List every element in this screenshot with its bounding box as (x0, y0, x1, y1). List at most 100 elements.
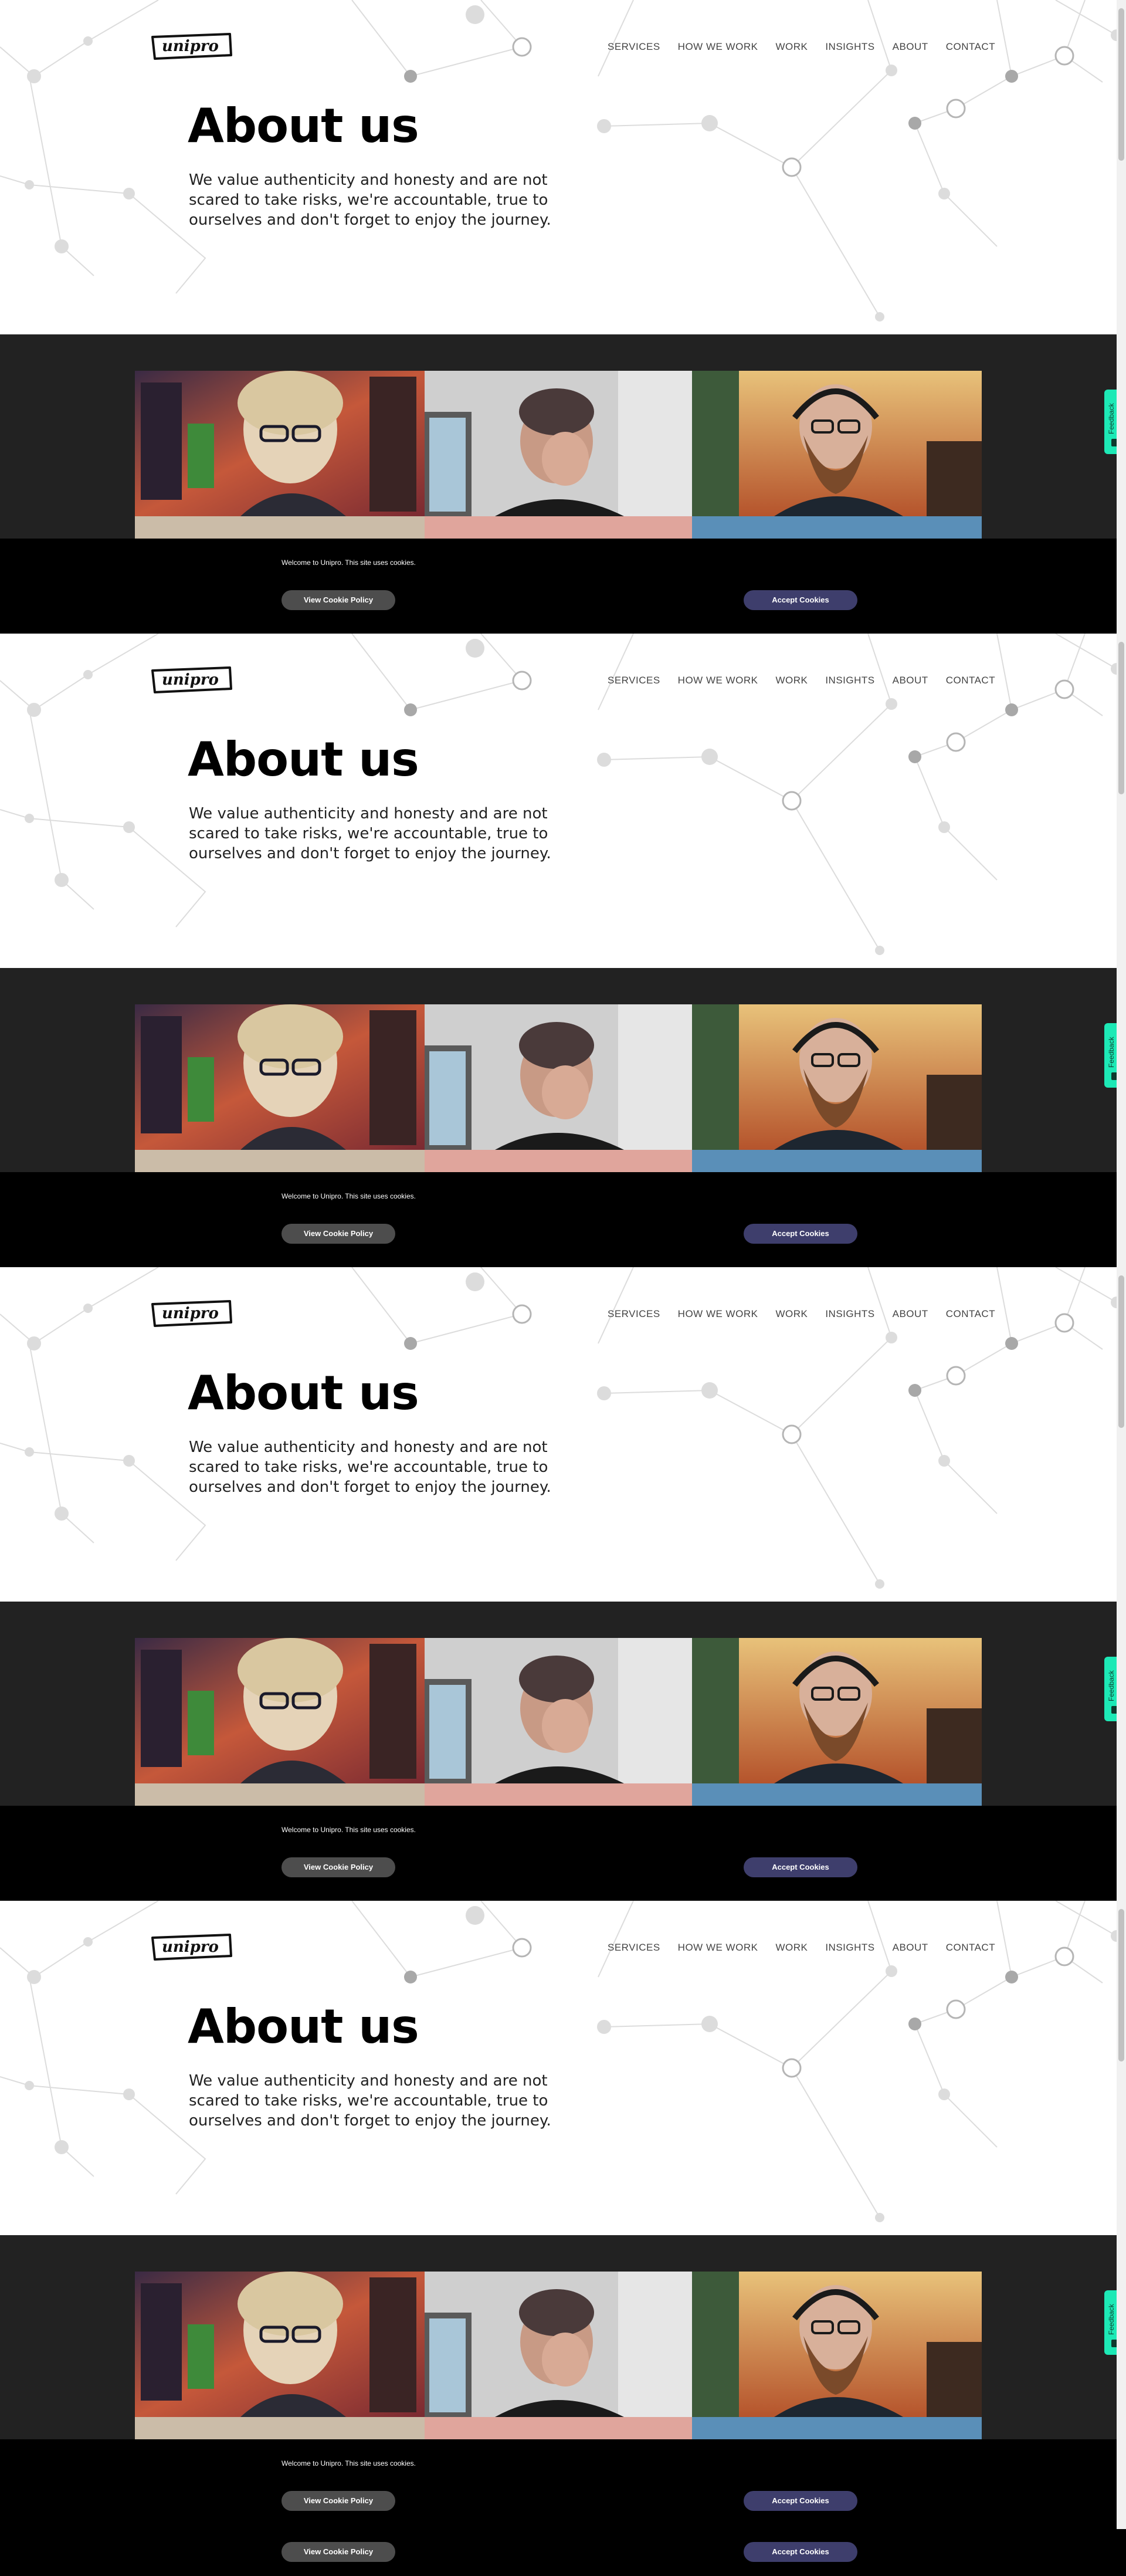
nav-link-services[interactable]: SERVICES (608, 1308, 660, 1320)
team-photo-bearded-man (692, 371, 982, 516)
team-photo-man-facepalm (425, 371, 692, 516)
cookie-banner-extra-row: View Cookie Policy Accept Cookies (0, 2529, 1126, 2576)
view-cookie-policy-button[interactable]: View Cookie Policy (282, 1857, 395, 1877)
intro-text: We value authenticity and honesty and ar… (189, 805, 551, 862)
accept-cookies-button[interactable]: Accept Cookies (744, 590, 857, 610)
team-photo-woman (135, 1638, 425, 1783)
nav-link-insights[interactable]: INSIGHTS (825, 1942, 874, 1954)
nav-link-services[interactable]: SERVICES (608, 1942, 660, 1954)
nav-link-work[interactable]: WORK (775, 675, 808, 686)
cookie-banner: Welcome to Unipro. This site uses cookie… (0, 1806, 1126, 1901)
cookie-banner: Welcome to Unipro. This site uses cookie… (0, 539, 1126, 634)
svg-text:unipro: unipro (162, 671, 219, 689)
intro-text: We value authenticity and honesty and ar… (189, 1438, 551, 1496)
team-photo-bearded-man (692, 1638, 982, 1783)
nav-link-about[interactable]: ABOUT (893, 1308, 928, 1320)
scrollbar-thumb[interactable] (1118, 1275, 1124, 1428)
page-scrollbar[interactable] (1117, 634, 1126, 1267)
scrollbar-thumb[interactable] (1118, 8, 1124, 161)
nav-link-contact[interactable]: CONTACT (946, 1308, 995, 1320)
accept-cookies-button[interactable]: Accept Cookies (744, 2542, 857, 2562)
nav-link-about[interactable]: ABOUT (893, 675, 928, 686)
team-call-collage (135, 2272, 982, 2448)
nav-link-how-we-work[interactable]: HOW WE WORK (678, 675, 758, 686)
view-cookie-policy-button[interactable]: View Cookie Policy (282, 1224, 395, 1244)
main-navigation: SERVICES HOW WE WORK WORK INSIGHTS ABOUT… (608, 41, 995, 53)
nav-link-work[interactable]: WORK (775, 1308, 808, 1320)
page-title: About us (188, 1366, 419, 1420)
team-call-collage (135, 1638, 982, 1814)
nav-link-insights[interactable]: INSIGHTS (825, 1308, 874, 1320)
nav-link-how-we-work[interactable]: HOW WE WORK (678, 41, 758, 53)
nav-link-work[interactable]: WORK (775, 1942, 808, 1954)
page-scrollbar[interactable] (1117, 0, 1126, 634)
page-screen: unipro SERVICES HOW WE WORK WORK INSIGHT… (0, 634, 1126, 1267)
scrollbar-thumb[interactable] (1118, 642, 1124, 794)
page-title: About us (188, 1999, 419, 2054)
view-cookie-policy-button[interactable]: View Cookie Policy (282, 2491, 395, 2511)
unipro-logo[interactable]: unipro (150, 1299, 233, 1328)
scrollbar-thumb[interactable] (1118, 1909, 1124, 2062)
nav-link-services[interactable]: SERVICES (608, 675, 660, 686)
unipro-logo-mark: unipro (151, 666, 232, 693)
unipro-logo[interactable]: unipro (150, 32, 233, 61)
nav-link-about[interactable]: ABOUT (893, 41, 928, 53)
feedback-label: Feedback (1107, 2304, 1115, 2335)
unipro-logo[interactable]: unipro (150, 1932, 233, 1962)
accept-cookies-button[interactable]: Accept Cookies (744, 1224, 857, 1244)
accept-cookies-button[interactable]: Accept Cookies (744, 1857, 857, 1877)
page-screen: unipro SERVICES HOW WE WORK WORK INSIGHT… (0, 1267, 1126, 1901)
unipro-logo-mark: unipro (151, 1934, 232, 1961)
cookie-banner: Welcome to Unipro. This site uses cookie… (0, 2439, 1126, 2534)
team-photo-bearded-man (692, 2272, 982, 2417)
feedback-label: Feedback (1107, 1670, 1115, 1701)
main-navigation: SERVICES HOW WE WORK WORK INSIGHTS ABOUT… (608, 1942, 995, 1954)
svg-text:unipro: unipro (162, 1305, 219, 1322)
team-call-collage (135, 371, 982, 547)
cookie-message: Welcome to Unipro. This site uses cookie… (282, 2459, 416, 2467)
cookie-banner: Welcome to Unipro. This site uses cookie… (0, 1172, 1126, 1267)
feedback-label: Feedback (1107, 1037, 1115, 1068)
nav-link-about[interactable]: ABOUT (893, 1942, 928, 1954)
page-title: About us (188, 732, 419, 787)
hero-section: unipro SERVICES HOW WE WORK WORK INSIGHT… (0, 0, 1117, 334)
view-cookie-policy-button[interactable]: View Cookie Policy (282, 2542, 395, 2562)
team-photo-man-facepalm (425, 2272, 692, 2417)
page-scrollbar[interactable] (1117, 1901, 1126, 2534)
team-photo-woman (135, 2272, 425, 2417)
view-cookie-policy-button[interactable]: View Cookie Policy (282, 590, 395, 610)
unipro-logo[interactable]: unipro (150, 665, 233, 695)
nav-link-how-we-work[interactable]: HOW WE WORK (678, 1308, 758, 1320)
nav-link-insights[interactable]: INSIGHTS (825, 41, 874, 53)
team-photo-man-facepalm (425, 1004, 692, 1150)
cookie-message: Welcome to Unipro. This site uses cookie… (282, 558, 416, 567)
cookie-message: Welcome to Unipro. This site uses cookie… (282, 1826, 416, 1834)
team-photo-man-facepalm (425, 1638, 692, 1783)
unipro-logo-mark: unipro (151, 33, 232, 60)
nav-link-contact[interactable]: CONTACT (946, 1942, 995, 1954)
nav-link-contact[interactable]: CONTACT (946, 675, 995, 686)
page-title: About us (188, 99, 419, 153)
page-screen: unipro SERVICES HOW WE WORK WORK INSIGHT… (0, 1901, 1126, 2534)
main-navigation: SERVICES HOW WE WORK WORK INSIGHTS ABOUT… (608, 1308, 995, 1320)
svg-text:unipro: unipro (162, 1938, 219, 1956)
team-call-collage (135, 1004, 982, 1180)
page-screen: unipro SERVICES HOW WE WORK WORK INSIGHT… (0, 0, 1126, 634)
team-photo-bearded-man (692, 1004, 982, 1150)
main-navigation: SERVICES HOW WE WORK WORK INSIGHTS ABOUT… (608, 675, 995, 686)
nav-link-work[interactable]: WORK (775, 41, 808, 53)
hero-section: unipro SERVICES HOW WE WORK WORK INSIGHT… (0, 1267, 1117, 1602)
feedback-label: Feedback (1107, 403, 1115, 434)
nav-link-how-we-work[interactable]: HOW WE WORK (678, 1942, 758, 1954)
hero-section: unipro SERVICES HOW WE WORK WORK INSIGHT… (0, 1901, 1117, 2235)
nav-link-insights[interactable]: INSIGHTS (825, 675, 874, 686)
team-photo-woman (135, 1004, 425, 1150)
unipro-logo-mark: unipro (151, 1300, 232, 1327)
nav-link-contact[interactable]: CONTACT (946, 41, 995, 53)
nav-link-services[interactable]: SERVICES (608, 41, 660, 53)
accept-cookies-button[interactable]: Accept Cookies (744, 2491, 857, 2511)
page-scrollbar[interactable] (1117, 1267, 1126, 1901)
team-photo-woman (135, 371, 425, 516)
cookie-message: Welcome to Unipro. This site uses cookie… (282, 1192, 416, 1200)
svg-text:unipro: unipro (162, 38, 219, 55)
